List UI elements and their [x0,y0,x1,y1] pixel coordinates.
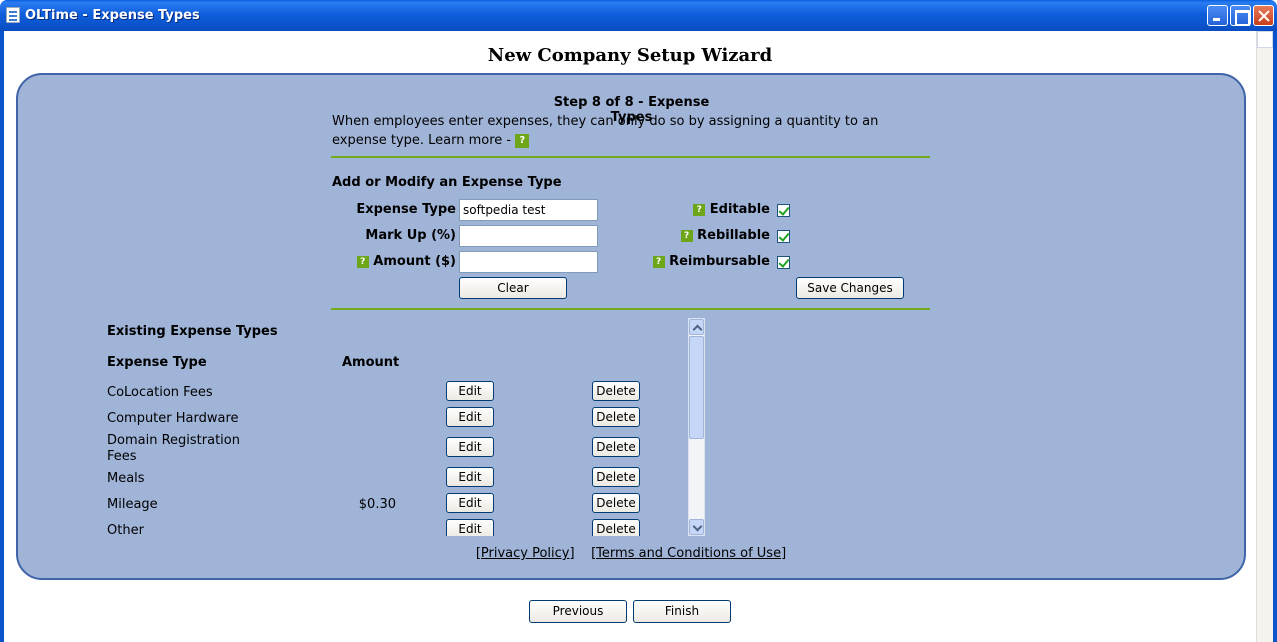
list-item-name: Meals [107,471,145,486]
wizard-title: New Company Setup Wizard [487,45,773,66]
close-button[interactable] [1253,5,1274,26]
edit-button[interactable]: Edit [446,467,494,487]
markup-label: Mark Up (%) [365,228,456,243]
edit-button[interactable]: Edit [446,437,494,457]
privacy-policy-link[interactable]: [Privacy Policy] [476,546,575,561]
list-scrollbar[interactable] [688,318,705,536]
delete-button[interactable]: Delete [592,437,640,457]
delete-button[interactable]: Delete [592,381,640,401]
list-item-name: CoLocation Fees [107,385,213,400]
app-icon [6,7,20,23]
footer-links: [Privacy Policy] [Terms and Conditions o… [18,546,1244,561]
step-description: When employees enter expenses, they can … [332,112,932,150]
window-frame-left [0,31,4,642]
scroll-up-arrow-icon[interactable] [689,319,704,335]
expense-type-list: CoLocation Fees Edit Delete Computer Har… [78,371,688,536]
rebillable-label: Rebillable [697,228,770,243]
column-header-amount: Amount [342,355,400,370]
list-item-name: Mileage [107,497,158,512]
list-item-amount: $0.30 [358,497,396,512]
amount-label: Amount ($) [373,254,456,269]
learn-more-help-icon[interactable]: ? [515,133,530,148]
markup-input[interactable] [459,225,598,247]
page-scrollbar[interactable] [1256,31,1273,642]
save-changes-button[interactable]: Save Changes [796,277,904,299]
column-header-expense-type: Expense Type [107,355,207,370]
editable-checkbox[interactable] [777,204,790,217]
clear-button[interactable]: Clear [459,277,567,299]
window-frame-right [1273,31,1277,642]
scroll-thumb[interactable] [689,336,704,439]
scroll-down-arrow-icon[interactable] [689,519,704,535]
form-section-title: Add or Modify an Expense Type [332,175,562,190]
edit-button[interactable]: Edit [446,407,494,427]
terms-link[interactable]: [Terms and Conditions of Use] [591,546,786,561]
editable-label: Editable [709,202,770,217]
list-item-name: Other [107,523,144,536]
reimbursable-help-icon[interactable]: ? [652,255,665,268]
rebillable-help-icon[interactable]: ? [680,229,693,242]
previous-button[interactable]: Previous [529,600,627,623]
edit-button[interactable]: Edit [446,493,494,513]
window-title: OLTime - Expense Types [25,8,200,23]
expense-type-label: Expense Type [356,202,456,217]
delete-button[interactable]: Delete [592,519,640,536]
wizard-panel: Step 8 of 8 - Expense Types When employe… [16,73,1246,580]
edit-button[interactable]: Edit [446,519,494,536]
expense-type-input[interactable]: softpedia test [459,199,598,221]
edit-button[interactable]: Edit [446,381,494,401]
amount-help-icon[interactable]: ? [356,255,369,268]
editable-label-group: ? Editable [648,202,770,217]
description-text: When employees enter expenses, they can … [332,114,879,148]
amount-input[interactable] [459,251,598,273]
delete-button[interactable]: Delete [592,467,640,487]
amount-label-group: ? Amount ($) [318,254,456,269]
minimize-button[interactable] [1207,5,1228,26]
delete-button[interactable]: Delete [592,407,640,427]
divider-top [331,156,930,158]
list-item-name: Computer Hardware [107,411,239,426]
window-title-bar[interactable]: OLTime - Expense Types [0,0,1277,31]
rebillable-checkbox[interactable] [777,230,790,243]
finish-button[interactable]: Finish [633,600,731,623]
delete-button[interactable]: Delete [592,493,640,513]
editable-help-icon[interactable]: ? [693,203,706,216]
reimbursable-label: Reimbursable [669,254,770,269]
reimbursable-label-group: ? Reimbursable [638,254,770,269]
maximize-button[interactable] [1230,5,1251,26]
reimbursable-checkbox[interactable] [777,256,790,269]
existing-types-title: Existing Expense Types [107,324,278,339]
rebillable-label-group: ? Rebillable [648,228,770,243]
divider-bottom [331,308,930,310]
list-item-name: Domain Registration Fees [107,433,240,464]
